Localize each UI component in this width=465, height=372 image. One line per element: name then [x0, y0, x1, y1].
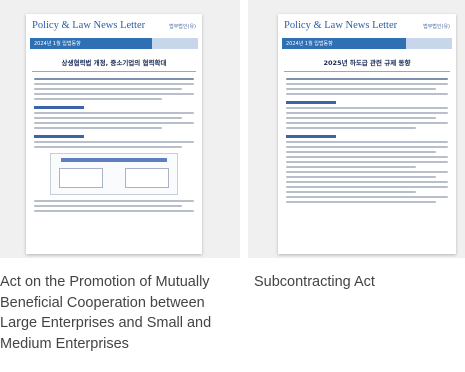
text-line: [286, 171, 448, 173]
text-line: [286, 117, 436, 119]
firm-logo: 법무법인(유): [423, 24, 450, 30]
text-line: [34, 98, 162, 100]
text-line: [286, 191, 416, 193]
text-line: [286, 161, 448, 163]
text-line: [286, 127, 416, 129]
text-line: [286, 78, 448, 80]
text-line: [286, 141, 448, 143]
doc-band-label: 2024년 1월 입법동향: [286, 41, 333, 47]
text-line: [286, 146, 448, 148]
text-line: [286, 122, 448, 124]
diagram-box: [59, 168, 103, 188]
doc-band: 2024년 1월 입법동향: [30, 38, 198, 49]
diagram-bar: [61, 158, 167, 162]
doc-title: Policy & Law News Letter: [32, 20, 146, 31]
diagram-figure: [50, 153, 178, 195]
text-line: [34, 83, 194, 85]
text-line: [286, 83, 448, 85]
text-line: [34, 200, 194, 202]
text-line: [286, 181, 448, 183]
card-thumbnail[interactable]: Policy & Law News Letter 법무법인(유) 2024년 1…: [0, 0, 240, 258]
text-line: [34, 88, 182, 90]
section-subheading: [34, 135, 84, 138]
text-line: [34, 146, 182, 148]
text-line: [34, 78, 194, 80]
diagram-box: [125, 168, 169, 188]
doc-heading: 상생협력법 개정, 중소기업의 협력확대: [32, 57, 196, 72]
section-subheading: [34, 106, 84, 109]
text-line: [34, 93, 194, 95]
text-line: [34, 122, 194, 124]
text-line: [286, 156, 448, 158]
doc-title: Policy & Law News Letter: [284, 20, 398, 31]
text-line: [286, 196, 448, 198]
text-line: [34, 112, 194, 114]
text-line: [286, 186, 448, 188]
firm-logo: 법무법인(유): [169, 24, 196, 30]
text-line: [34, 205, 182, 207]
newsletter-document-preview: Policy & Law News Letter 법무법인(유) 2024년 1…: [26, 14, 202, 254]
card-thumbnail[interactable]: Policy & Law News Letter 법무법인(유) 2024년 1…: [248, 0, 465, 258]
doc-band: 2024년 1월 입법동향: [282, 38, 452, 49]
text-line: [286, 151, 436, 153]
text-line: [286, 93, 448, 95]
section-subheading: [286, 135, 336, 138]
doc-band-tab: [152, 38, 198, 49]
card-caption[interactable]: Subcontracting Act: [254, 272, 465, 293]
doc-heading: 2025년 하도급 관련 규제 동향: [284, 57, 450, 72]
text-line: [286, 201, 436, 203]
text-line: [286, 112, 448, 114]
text-line: [286, 88, 436, 90]
doc-band-tab: [406, 38, 452, 49]
section-subheading: [286, 101, 336, 104]
doc-header: Policy & Law News Letter 법무법인(유): [26, 14, 202, 38]
text-line: [34, 210, 194, 212]
doc-band-label: 2024년 1월 입법동향: [34, 41, 81, 47]
text-line: [34, 127, 162, 129]
card-caption[interactable]: Act on the Promotion of Mutually Benefic…: [0, 272, 240, 354]
doc-header: Policy & Law News Letter 법무법인(유): [278, 14, 456, 38]
text-line: [34, 141, 194, 143]
newsletter-document-preview: Policy & Law News Letter 법무법인(유) 2024년 1…: [278, 14, 456, 254]
text-line: [286, 166, 416, 168]
text-line: [34, 117, 182, 119]
text-line: [286, 107, 448, 109]
text-line: [286, 176, 436, 178]
